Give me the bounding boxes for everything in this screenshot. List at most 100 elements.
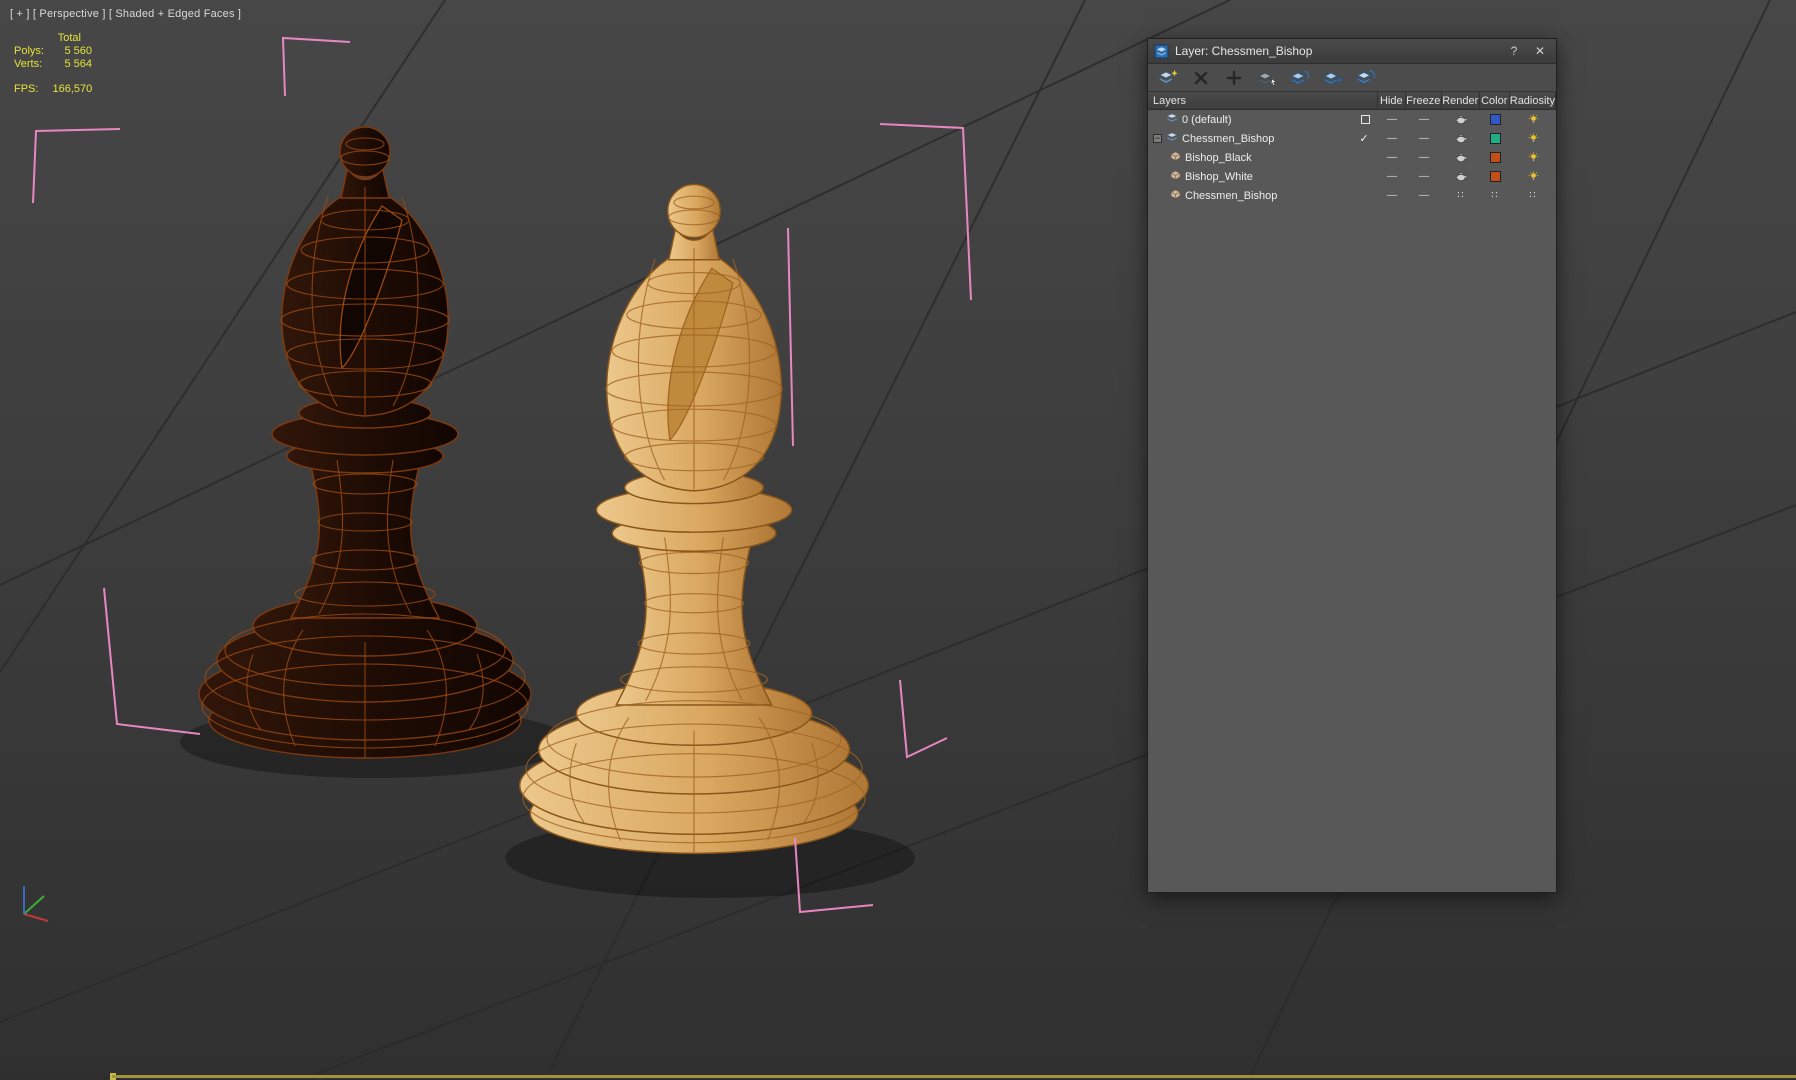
row-label: Chessmen_Bishop bbox=[1182, 132, 1275, 145]
layer-list-header: Layers Hide Freeze Render Color Radiosit… bbox=[1148, 92, 1556, 110]
cell-color[interactable]: ∷ bbox=[1480, 186, 1510, 205]
cell-freeze[interactable]: — bbox=[1406, 110, 1442, 129]
cell-render[interactable]: ∷ bbox=[1442, 186, 1480, 205]
add-selection-to-layer-button[interactable] bbox=[1253, 66, 1280, 89]
cell-color[interactable] bbox=[1480, 148, 1510, 167]
cell-render[interactable] bbox=[1442, 110, 1480, 129]
renderable-icon bbox=[1455, 134, 1467, 144]
row-name-cell[interactable]: 0 (default) bbox=[1148, 110, 1378, 129]
cell-freeze[interactable]: — bbox=[1406, 148, 1442, 167]
cell-radiosity[interactable]: ∷ bbox=[1510, 186, 1556, 205]
cell-radiosity[interactable] bbox=[1510, 167, 1556, 186]
layer-row[interactable]: 0 (default) — — bbox=[1148, 110, 1556, 129]
cell-freeze[interactable]: — bbox=[1406, 167, 1442, 186]
create-new-layer-button[interactable] bbox=[1154, 66, 1181, 89]
object-icon-wrap bbox=[1170, 189, 1181, 202]
object-icon-wrap bbox=[1170, 170, 1181, 183]
cell-render[interactable] bbox=[1442, 148, 1480, 167]
stats-polys-value: 5 560 bbox=[64, 45, 92, 57]
radiosity-icon bbox=[1528, 133, 1538, 143]
renderable-icon bbox=[1455, 172, 1467, 182]
world-axis-gizmo bbox=[23, 886, 49, 922]
object-icon-wrap bbox=[1170, 151, 1181, 164]
cell-hide[interactable]: — bbox=[1378, 110, 1406, 129]
cell-hide[interactable]: — bbox=[1378, 167, 1406, 186]
cell-freeze[interactable]: — bbox=[1406, 186, 1442, 205]
column-header-radiosity[interactable]: Radiosity bbox=[1510, 92, 1556, 109]
object-row[interactable]: Bishop_White — — bbox=[1148, 167, 1556, 186]
cell-hide[interactable]: — bbox=[1378, 186, 1406, 205]
object-row[interactable]: Chessmen_Bishop — — ∷ ∷ ∷ bbox=[1148, 186, 1556, 205]
row-label: Chessmen_Bishop bbox=[1185, 189, 1278, 202]
row-name-cell[interactable]: Chessmen_Bishop bbox=[1148, 186, 1378, 205]
cell-color[interactable] bbox=[1480, 129, 1510, 148]
column-header-color[interactable]: Color bbox=[1480, 92, 1510, 109]
layer-list: 0 (default) — — − Chessmen_Bishop ✓ — — Bishop_B… bbox=[1148, 110, 1556, 892]
layer-icon bbox=[1166, 113, 1178, 123]
add-layer-button[interactable] bbox=[1220, 66, 1247, 89]
row-name-cell[interactable]: − Chessmen_Bishop ✓ bbox=[1148, 129, 1378, 148]
viewport-statistics: Total Polys: 5 560 Verts: 5 564 FPS: 166,57… bbox=[14, 32, 110, 96]
cell-radiosity[interactable] bbox=[1510, 110, 1556, 129]
radiosity-icon bbox=[1528, 114, 1538, 124]
color-swatch[interactable] bbox=[1489, 114, 1501, 125]
column-header-layers[interactable]: Layers bbox=[1148, 92, 1378, 109]
row-label: Bishop_Black bbox=[1185, 151, 1252, 164]
row-name-cell[interactable]: Bishop_White bbox=[1148, 167, 1378, 186]
help-button[interactable]: ? bbox=[1504, 42, 1524, 60]
cell-hide[interactable]: — bbox=[1378, 148, 1406, 167]
column-header-freeze[interactable]: Freeze bbox=[1406, 92, 1442, 109]
cell-render[interactable] bbox=[1442, 167, 1480, 186]
layer-dialog-title: Layer: Chessmen_Bishop bbox=[1175, 44, 1313, 58]
row-label: Bishop_White bbox=[1185, 170, 1253, 183]
row-label: 0 (default) bbox=[1182, 113, 1232, 126]
object-icon bbox=[1170, 151, 1181, 161]
column-header-hide[interactable]: Hide bbox=[1378, 92, 1406, 109]
bishop-white-object[interactable] bbox=[519, 184, 869, 854]
bishop-black-object[interactable] bbox=[199, 127, 531, 758]
cell-hide[interactable]: — bbox=[1378, 129, 1406, 148]
row-name-cell[interactable]: Bishop_Black bbox=[1148, 148, 1378, 167]
renderable-icon bbox=[1455, 115, 1467, 125]
expand-toggle[interactable]: − bbox=[1153, 134, 1162, 143]
column-header-render[interactable]: Render bbox=[1442, 92, 1480, 109]
current-layer-check[interactable]: ✓ bbox=[1358, 132, 1370, 145]
layer-icon-wrap bbox=[1166, 132, 1178, 145]
select-objects-in-layer-button[interactable] bbox=[1286, 66, 1313, 89]
renderable-icon bbox=[1455, 153, 1467, 163]
cell-freeze[interactable]: — bbox=[1406, 129, 1442, 148]
track-bar-line bbox=[112, 1075, 1796, 1078]
highlight-selected-layers-button[interactable] bbox=[1352, 66, 1379, 89]
current-layer-box[interactable] bbox=[1361, 115, 1370, 124]
set-current-layer-button[interactable] bbox=[1319, 66, 1346, 89]
color-swatch[interactable] bbox=[1489, 133, 1501, 144]
object-icon bbox=[1170, 189, 1181, 199]
layer-icon bbox=[1166, 132, 1178, 142]
stats-verts-value: 5 564 bbox=[64, 58, 92, 70]
layer-toolbar bbox=[1148, 64, 1556, 92]
radiosity-icon bbox=[1528, 171, 1538, 181]
max-viewport[interactable]: [ + ] [ Perspective ] [ Shaded + Edged F… bbox=[0, 0, 1796, 1080]
radiosity-icon bbox=[1528, 152, 1538, 162]
delete-layer-button[interactable] bbox=[1187, 66, 1214, 89]
cell-radiosity[interactable] bbox=[1510, 129, 1556, 148]
cell-radiosity[interactable] bbox=[1510, 148, 1556, 167]
cell-render[interactable] bbox=[1442, 129, 1480, 148]
color-swatch[interactable] bbox=[1489, 171, 1501, 182]
layer-dialog-titlebar[interactable]: Layer: Chessmen_Bishop ? ✕ bbox=[1148, 39, 1556, 64]
track-bar[interactable] bbox=[0, 1073, 1796, 1080]
stats-fps-value: 166,570 bbox=[52, 83, 93, 95]
layer-row[interactable]: − Chessmen_Bishop ✓ — — bbox=[1148, 129, 1556, 148]
close-button[interactable]: ✕ bbox=[1530, 42, 1550, 60]
cell-color[interactable] bbox=[1480, 110, 1510, 129]
viewport-label[interactable]: [ + ] [ Perspective ] [ Shaded + Edged F… bbox=[10, 8, 241, 20]
cell-color[interactable] bbox=[1480, 167, 1510, 186]
color-swatch[interactable] bbox=[1489, 152, 1501, 163]
stats-verts-label: Verts: bbox=[14, 58, 43, 70]
stats-total-label: Total bbox=[57, 32, 81, 44]
stats-fps-label: FPS: bbox=[14, 83, 39, 95]
layer-dialog: Layer: Chessmen_Bishop ? ✕ Layers Hide F… bbox=[1147, 38, 1557, 893]
stats-polys-label: Polys: bbox=[14, 45, 44, 57]
layer-icon-wrap bbox=[1166, 113, 1178, 126]
object-row[interactable]: Bishop_Black — — bbox=[1148, 148, 1556, 167]
